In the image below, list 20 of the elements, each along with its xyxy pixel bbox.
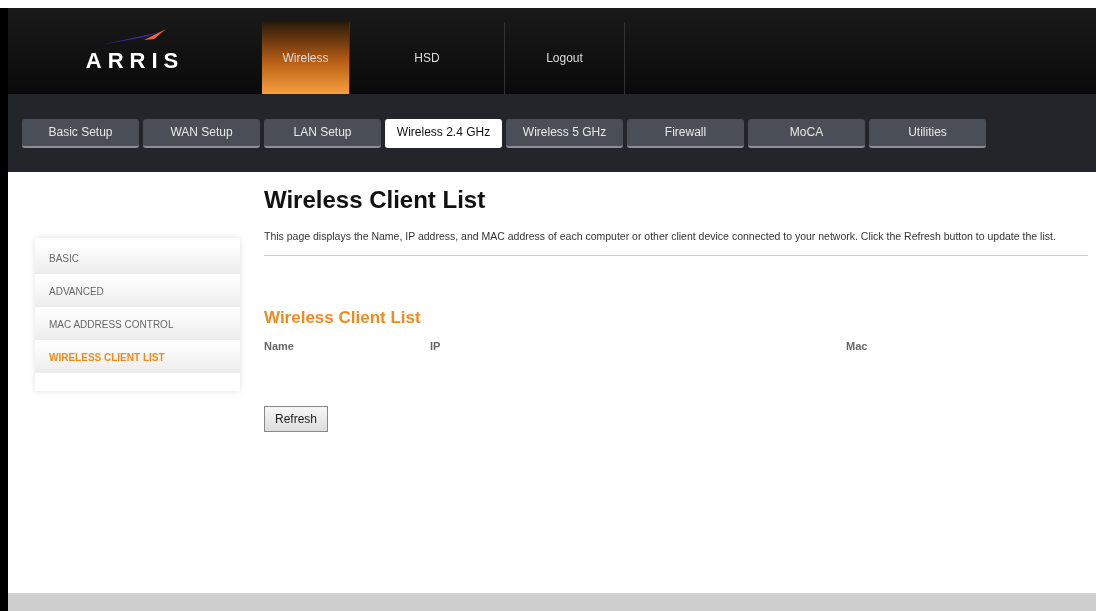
column-header: Mac [846, 340, 869, 352]
sub-tab[interactable]: Firewall [627, 118, 744, 148]
refresh-button[interactable]: Refresh [264, 406, 329, 432]
sidebar-item[interactable]: BASIC [35, 244, 240, 274]
description: This page displays the Name, IP address, and MAC address of each computer or other client device connected to your network. Click the Refresh button to update the list. [264, 226, 1088, 256]
nav-tab[interactable]: Wireless [262, 22, 350, 94]
sub-tab[interactable]: Wireless 5 GHz [506, 118, 623, 148]
sub-tab[interactable]: Wireless 2.4 GHz [385, 118, 502, 148]
sub-tab[interactable]: Basic Setup [22, 118, 139, 148]
section-title: Wireless Client List [264, 308, 422, 328]
logo-text: ARRIS [85, 48, 185, 74]
sub-tab[interactable]: MoCA [748, 118, 865, 148]
column-header: IP [430, 340, 442, 352]
column-header: Name [264, 340, 295, 352]
sub-tab[interactable]: WAN Setup [143, 118, 260, 148]
sidebar-item[interactable]: ADVANCED [35, 277, 240, 307]
sidebar-item[interactable]: MAC ADDRESS CONTROL [35, 310, 240, 340]
sub-tab[interactable]: LAN Setup [264, 118, 381, 148]
sub-tab[interactable]: Utilities [869, 118, 986, 148]
page-title: Wireless Client List [264, 186, 487, 214]
